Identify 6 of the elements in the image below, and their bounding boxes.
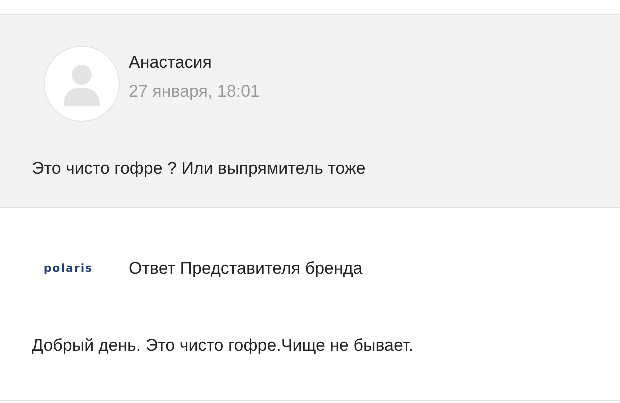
reply-text: Добрый день. Это чисто гофре.Чище не бывает. (32, 335, 415, 357)
comment-text: Это чисто гофре ? Или выпрямитель тоже (32, 158, 367, 180)
brand-logo: polaris (42, 260, 94, 277)
reply-author: Ответ Представителя бренда (129, 258, 363, 280)
comment-date: 27 января, 18:01 (129, 80, 260, 102)
author-name: Анастасия (129, 52, 213, 74)
